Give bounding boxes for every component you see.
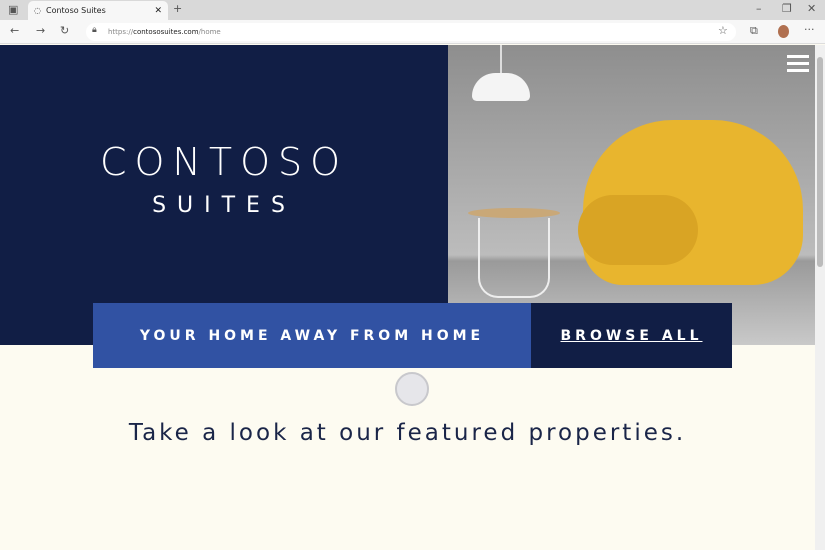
hero-panel: CONTOSO SUITES [0,45,448,345]
url-path: /home [198,28,221,36]
tab-bar: ▣ ◌ Contoso Suites ✕ + – ❐ ✕ [0,0,825,20]
lock-icon: 🔒︎ [92,25,97,35]
favorites-icon[interactable]: ☆ [718,24,728,37]
side-table [468,208,560,218]
profile-avatar[interactable] [778,25,789,38]
url-domain: contososuites.com [133,28,199,36]
tab-actions-icon[interactable]: ▣ [8,3,18,16]
armchair-seat [578,195,698,265]
url-prefix: https:// [108,28,134,36]
hero-photo [448,45,815,345]
logo-line2: SUITES [152,193,296,218]
new-tab-icon[interactable]: + [173,2,182,15]
minimize-icon[interactable]: – [756,2,762,15]
touch-cursor-indicator [395,372,429,406]
browse-all-button[interactable]: BROWSE ALL [531,303,732,368]
forward-icon[interactable]: → [36,24,45,37]
tagline: YOUR HOME AWAY FROM HOME [139,327,485,344]
globe-icon: ◌ [34,6,41,15]
more-icon[interactable]: ··· [804,23,815,36]
logo-line1: CONTOSO [99,140,349,184]
close-tab-icon[interactable]: ✕ [154,6,162,16]
scrollbar-thumb[interactable] [817,57,823,267]
back-icon[interactable]: ← [10,24,19,37]
hamburger-menu-icon[interactable] [787,55,809,76]
url-input[interactable]: 🔒︎ https://contososuites.com/home [86,23,736,41]
refresh-icon[interactable]: ↻ [60,24,69,37]
side-table-legs [478,218,550,298]
browse-all-label: BROWSE ALL [560,327,703,344]
lamp-cord [500,45,502,75]
address-bar: ← → ↻ 🔒︎ https://contososuites.com/home … [0,20,825,44]
tab-contoso[interactable]: ◌ Contoso Suites ✕ [28,1,168,20]
featured-heading: Take a look at our featured properties. [128,420,687,446]
tagline-banner: YOUR HOME AWAY FROM HOME [93,303,531,368]
restore-icon[interactable]: ❐ [782,2,792,15]
tab-title: Contoso Suites [45,6,106,15]
collections-icon[interactable]: ⧉ [750,24,758,38]
pendant-lamp [472,73,530,101]
scrollbar[interactable] [815,45,825,550]
close-window-icon[interactable]: ✕ [807,2,816,15]
